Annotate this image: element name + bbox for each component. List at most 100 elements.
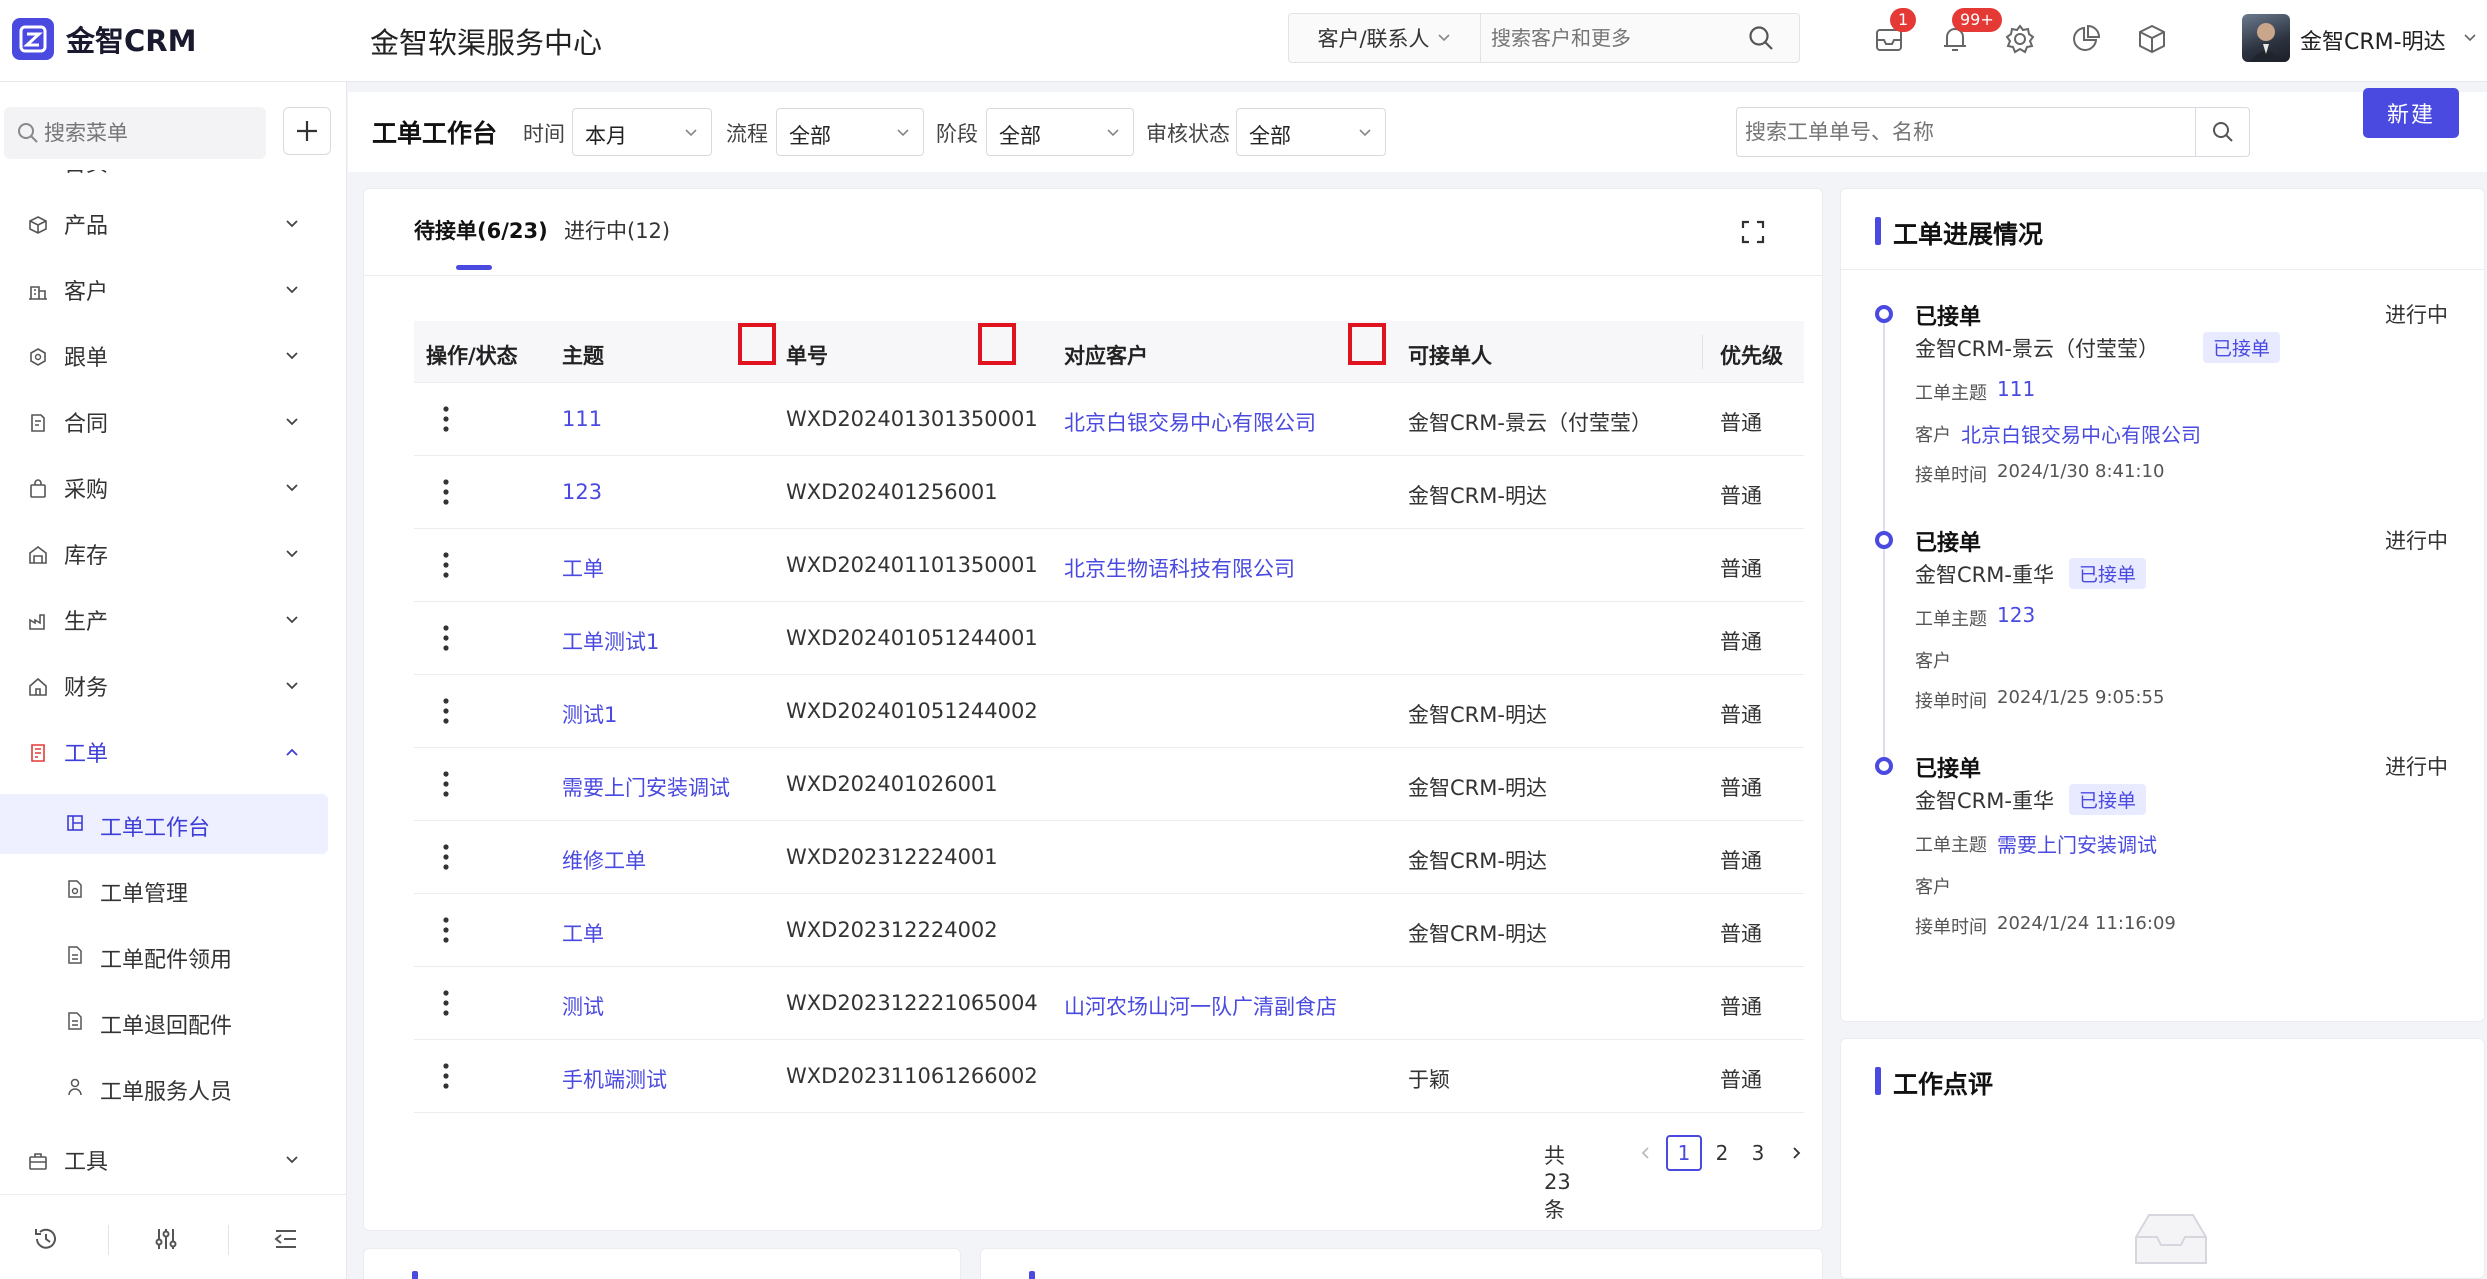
history-icon[interactable]	[32, 1225, 60, 1253]
sidebar-item-customer[interactable]: 客户	[0, 260, 346, 320]
more-vertical-icon[interactable]	[442, 843, 450, 871]
warehouse-icon	[29, 546, 47, 564]
table-row[interactable]: 111 WXD202401301350001 北京白银交易中心有限公司 金智CR…	[414, 383, 1804, 456]
tab-pending[interactable]: 待接单(6/23)	[414, 215, 548, 245]
row-subject-link[interactable]: 工单	[562, 918, 604, 948]
flow-select[interactable]: 全部	[776, 108, 924, 156]
section-accent	[412, 1271, 418, 1279]
collapse-menu-icon[interactable]	[272, 1225, 300, 1253]
pie-chart-icon[interactable]	[2069, 22, 2103, 56]
sidebar-sub-parts-use[interactable]: 工单配件领用	[0, 926, 346, 986]
sidebar-item-contract[interactable]: 合同	[0, 392, 346, 452]
sidebar-item-production[interactable]: 生产	[0, 590, 346, 650]
add-menu-button[interactable]	[283, 107, 331, 155]
more-vertical-icon[interactable]	[442, 989, 450, 1017]
more-vertical-icon[interactable]	[442, 697, 450, 725]
row-subject-link[interactable]: 工单	[562, 553, 604, 583]
sidebar-sub-parts-return[interactable]: 工单退回配件	[0, 992, 346, 1052]
sidebar-sub-staff[interactable]: 工单服务人员	[0, 1058, 346, 1118]
column-resize-highlight[interactable]	[1348, 323, 1386, 365]
table-row[interactable]: 工单 WXD202401101350001 北京生物语科技有限公司 普通	[414, 529, 1804, 602]
sidebar-sub-workbench[interactable]: 工单工作台	[0, 794, 328, 854]
sidebar-item-finance[interactable]: 财务	[0, 656, 346, 716]
row-number: WXD202401301350001	[786, 407, 1038, 431]
tab-in-progress[interactable]: 进行中(12)	[564, 215, 670, 245]
more-vertical-icon[interactable]	[442, 551, 450, 579]
more-vertical-icon[interactable]	[442, 478, 450, 506]
sidebar-item-product[interactable]: 产品	[0, 194, 346, 254]
search-icon	[18, 123, 38, 143]
row-assignee: 金智CRM-明达	[1408, 922, 1547, 946]
flow-value: 全部	[789, 124, 831, 148]
timeline-customer-link[interactable]: 北京白银交易中心有限公司	[1961, 419, 2201, 448]
more-vertical-icon[interactable]	[442, 1062, 450, 1090]
row-priority: 普通	[1720, 776, 1762, 800]
row-subject-link[interactable]: 手机端测试	[562, 1064, 667, 1094]
section-accent	[1875, 1067, 1881, 1095]
sidebar-sub-management[interactable]: 工单管理	[0, 860, 346, 920]
box-icon[interactable]	[2135, 22, 2169, 56]
row-subject-link[interactable]: 123	[562, 480, 602, 504]
page-button[interactable]: 2	[1704, 1135, 1740, 1171]
workorder-search-button[interactable]	[2195, 108, 2249, 156]
table-row[interactable]: 维修工单 WXD202312224001 金智CRM-明达 普通	[414, 821, 1804, 894]
column-resize-highlight[interactable]	[978, 323, 1016, 365]
audit-select[interactable]: 全部	[1236, 108, 1386, 156]
sliders-icon[interactable]	[152, 1225, 180, 1253]
table-row[interactable]: 工单测试1 WXD202401051244001 普通	[414, 602, 1804, 675]
workorder-search-input[interactable]	[1745, 111, 2185, 153]
table-row[interactable]: 测试 WXD202312221065004 山河农场山河一队广清副食店 普通	[414, 967, 1804, 1040]
time-select[interactable]: 本月	[572, 108, 712, 156]
table-row[interactable]: 工单 WXD202312224002 金智CRM-明达 普通	[414, 894, 1804, 967]
global-search: 客户/联系人	[1288, 13, 1800, 63]
sidebar-item-purchase[interactable]: 采购	[0, 458, 346, 518]
row-customer-link[interactable]: 北京生物语科技有限公司	[1064, 553, 1295, 583]
menu-search-input[interactable]	[44, 111, 254, 155]
plus-icon	[297, 121, 317, 141]
row-customer-link[interactable]: 北京白银交易中心有限公司	[1064, 407, 1316, 437]
more-vertical-icon[interactable]	[442, 405, 450, 433]
next-page-button[interactable]	[1778, 1135, 1814, 1171]
sidebar-item-inventory[interactable]: 库存	[0, 524, 346, 584]
user-name[interactable]: 金智CRM-明达	[2300, 24, 2446, 56]
avatar[interactable]	[2242, 14, 2290, 62]
more-vertical-icon[interactable]	[442, 770, 450, 798]
fullscreen-icon[interactable]	[1740, 219, 1766, 245]
sidebar-item-workorder[interactable]: 工单	[0, 722, 346, 782]
gear-icon[interactable]	[2003, 22, 2037, 56]
page-button[interactable]: 3	[1740, 1135, 1776, 1171]
chevron-down-icon[interactable]	[2462, 30, 2478, 46]
timeline-person: 金智CRM-重华	[1915, 563, 2054, 587]
prev-page-button[interactable]	[1628, 1135, 1664, 1171]
more-vertical-icon[interactable]	[442, 624, 450, 652]
row-subject-link[interactable]: 测试	[562, 991, 604, 1021]
page-button[interactable]: 1	[1666, 1135, 1702, 1171]
row-subject-link[interactable]: 工单测试1	[562, 626, 659, 656]
search-icon[interactable]	[1747, 24, 1775, 52]
column-header: 对应客户	[1064, 344, 1148, 368]
sidebar-item-label: 生产	[64, 610, 109, 635]
row-subject-link[interactable]: 维修工单	[562, 845, 646, 875]
timeline-subject-link[interactable]: 123	[1997, 603, 2035, 627]
row-subject-link[interactable]: 需要上门安装调试	[562, 772, 730, 802]
stage-select[interactable]: 全部	[986, 108, 1134, 156]
table-row[interactable]: 123 WXD202401256001 金智CRM-明达 普通	[414, 456, 1804, 529]
table-row[interactable]: 需要上门安装调试 WXD202401026001 金智CRM-明达 普通	[414, 748, 1804, 821]
more-vertical-icon[interactable]	[442, 916, 450, 944]
search-type-select[interactable]: 客户/联系人	[1289, 14, 1481, 62]
table-row[interactable]: 手机端测试 WXD202311061266002 于颖 普通	[414, 1040, 1804, 1113]
sidebar-item-followup[interactable]: 跟单	[0, 326, 346, 386]
column-resize-highlight[interactable]	[738, 323, 776, 365]
row-customer-link[interactable]: 山河农场山河一队广清副食店	[1064, 991, 1337, 1021]
row-subject-link[interactable]: 测试1	[562, 699, 617, 729]
sidebar-sub-label: 工单工作台	[100, 816, 211, 841]
row-number: WXD202401026001	[786, 772, 998, 796]
timeline-subject-link[interactable]: 111	[1997, 377, 2035, 401]
global-search-input[interactable]	[1485, 16, 1735, 60]
sidebar-item-tools[interactable]: 工具	[0, 1130, 346, 1190]
top-bar: 金智CRM 金智软渠服务中心 客户/联系人 1 99+ 金智CRM-明达	[0, 0, 2487, 82]
new-button[interactable]: 新建	[2363, 88, 2459, 138]
timeline-subject-link[interactable]: 需要上门安装调试	[1997, 829, 2157, 858]
table-row[interactable]: 测试1 WXD202401051244002 金智CRM-明达 普通	[414, 675, 1804, 748]
row-subject-link[interactable]: 111	[562, 407, 602, 431]
